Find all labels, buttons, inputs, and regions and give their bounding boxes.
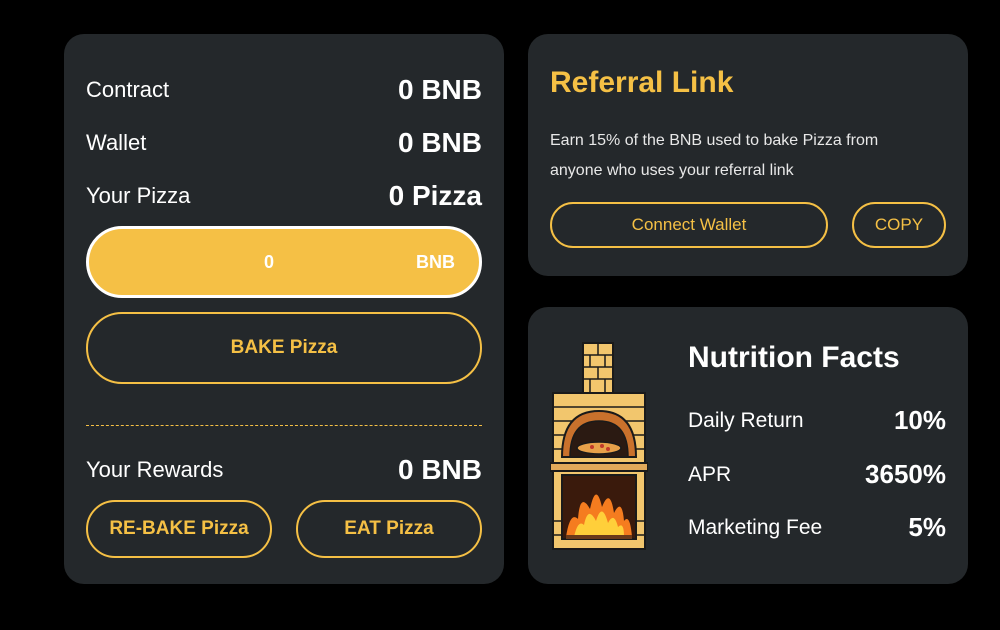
nutrition-title: Nutrition Facts: [688, 341, 900, 374]
bnb-amount-input[interactable]: [239, 229, 299, 295]
pizza-label: Your Pizza: [86, 183, 191, 208]
section-divider: [86, 425, 482, 426]
wallet-label: Wallet: [86, 130, 147, 155]
bake-pizza-button[interactable]: BAKE Pizza: [86, 312, 482, 384]
apr-row: APR 3650%: [688, 459, 946, 490]
referral-title: Referral Link: [550, 66, 734, 99]
rewards-value: 0 BNB: [397, 454, 482, 485]
nutrition-panel: Nutrition Facts Daily Return 10% APR 365…: [528, 307, 968, 584]
daily-return-row: Daily Return 10%: [688, 405, 946, 436]
referral-panel: Referral Link Earn 15% of the BNB used t…: [528, 34, 968, 276]
apr-value: 3650%: [865, 459, 946, 489]
pizza-oven-icon: [550, 342, 648, 550]
rewards-row: Your Rewards 0 BNB: [86, 454, 482, 486]
eat-pizza-button[interactable]: EAT Pizza: [296, 500, 482, 558]
pizza-value: 0 Pizza: [388, 180, 482, 211]
bnb-amount-field: BNB: [86, 226, 482, 298]
rebake-pizza-button[interactable]: RE-BAKE Pizza: [86, 500, 272, 558]
wallet-value: 0 BNB: [397, 127, 482, 158]
apr-label: APR: [688, 462, 732, 486]
marketing-fee-row: Marketing Fee 5%: [688, 512, 946, 543]
daily-return-label: Daily Return: [688, 408, 804, 432]
connect-wallet-button[interactable]: Connect Wallet: [550, 202, 828, 248]
contract-label: Contract: [86, 77, 170, 102]
daily-return-value: 10%: [893, 405, 946, 435]
contract-value: 0 BNB: [397, 74, 482, 105]
bnb-unit-label: BNB: [416, 252, 455, 272]
contract-row: Contract 0 BNB: [86, 74, 482, 106]
wallet-panel: Contract 0 BNB Wallet 0 BNB Your Pizza 0…: [64, 34, 504, 584]
marketing-fee-label: Marketing Fee: [688, 515, 823, 539]
referral-description: Earn 15% of the BNB used to bake Pizza f…: [550, 132, 879, 179]
marketing-fee-value: 5%: [908, 512, 946, 542]
copy-button[interactable]: COPY: [852, 202, 946, 248]
rewards-label: Your Rewards: [86, 457, 224, 482]
pizza-row: Your Pizza 0 Pizza: [86, 180, 482, 212]
wallet-row: Wallet 0 BNB: [86, 127, 482, 159]
